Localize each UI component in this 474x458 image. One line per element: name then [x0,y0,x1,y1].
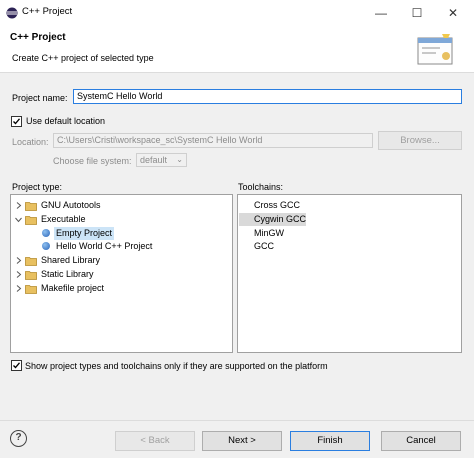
collapsed-arrow-icon[interactable] [14,270,23,279]
wizard-header: C++ Project Create C++ project of select… [0,26,474,73]
folder-icon [25,201,37,211]
back-button[interactable]: < Back [115,431,195,451]
location-label: Location: [12,137,49,147]
cancel-button[interactable]: Cancel [381,431,461,451]
project-type-item-label: Makefile project [41,282,105,293]
folder-icon [25,215,37,225]
bullet-icon [42,242,50,251]
wizard-banner-icon [417,34,453,65]
project-name-input[interactable]: SystemC Hello World [73,89,462,104]
bullet-icon [42,228,50,237]
folder-icon [25,284,37,294]
close-button[interactable]: ✕ [438,0,468,26]
help-icon[interactable]: ? [10,430,27,447]
toolchains-label: Toolchains: [238,182,284,192]
title-bar: C++ Project — ☐ ✕ [0,0,474,26]
finish-button[interactable]: Finish [290,431,370,451]
chevron-down-icon: ⌄ [176,155,183,164]
collapsed-arrow-icon[interactable] [14,201,23,210]
folder-icon [25,270,37,280]
show-supported-only-label: Show project types and toolchains only i… [25,361,328,371]
minimize-button[interactable]: — [366,0,396,26]
project-type-item-label: Empty Project [54,226,115,240]
project-type-item-label: Static Library [41,269,94,279]
checkmark-icon [13,118,20,125]
use-default-location-checkbox[interactable] [11,116,22,127]
project-type-item-label: Executable [41,213,86,224]
folder-icon [25,256,37,267]
file-system-label: Choose file system: [53,156,132,166]
project-name-label: Project name: [12,93,68,103]
collapsed-arrow-icon[interactable] [14,256,23,265]
location-input[interactable]: C:\Users\Cristi\workspace_sc\SystemC Hel… [53,133,373,148]
window-title: C++ Project [22,6,73,17]
toolchain-item[interactable]: Cross GCC [239,199,306,212]
file-system-value: default [140,155,168,165]
expanded-arrow-icon[interactable] [14,215,23,224]
project-type-item-label: Shared Library [41,255,101,266]
project-type-item-label: Hello World C++ Project [56,241,153,252]
page-title: C++ Project [10,32,66,43]
eclipse-app-icon [6,7,18,19]
use-default-location-label: Use default location [26,116,106,126]
file-system-select[interactable]: default ⌄ [136,153,187,167]
maximize-button[interactable]: ☐ [402,0,432,26]
browse-button[interactable]: Browse... [378,131,462,150]
checkmark-icon [13,362,20,369]
show-supported-only-checkbox[interactable] [11,360,22,371]
toolchain-item[interactable]: MinGW GCC [239,227,306,251]
collapsed-arrow-icon[interactable] [14,284,23,293]
next-button[interactable]: Next > [202,431,282,451]
footer-separator [0,420,474,421]
toolchain-item[interactable]: Cygwin GCC [239,213,306,226]
toolchains-list[interactable]: Cross GCC Cygwin GCC MinGW GCC [237,194,462,353]
project-type-label: Project type: [12,182,63,192]
page-description: Create C++ project of selected type [12,53,154,63]
project-type-tree[interactable]: GNU Autotools Executable Empty Project Hell… [10,194,233,353]
project-type-item-label: GNU Autotools [41,200,101,210]
